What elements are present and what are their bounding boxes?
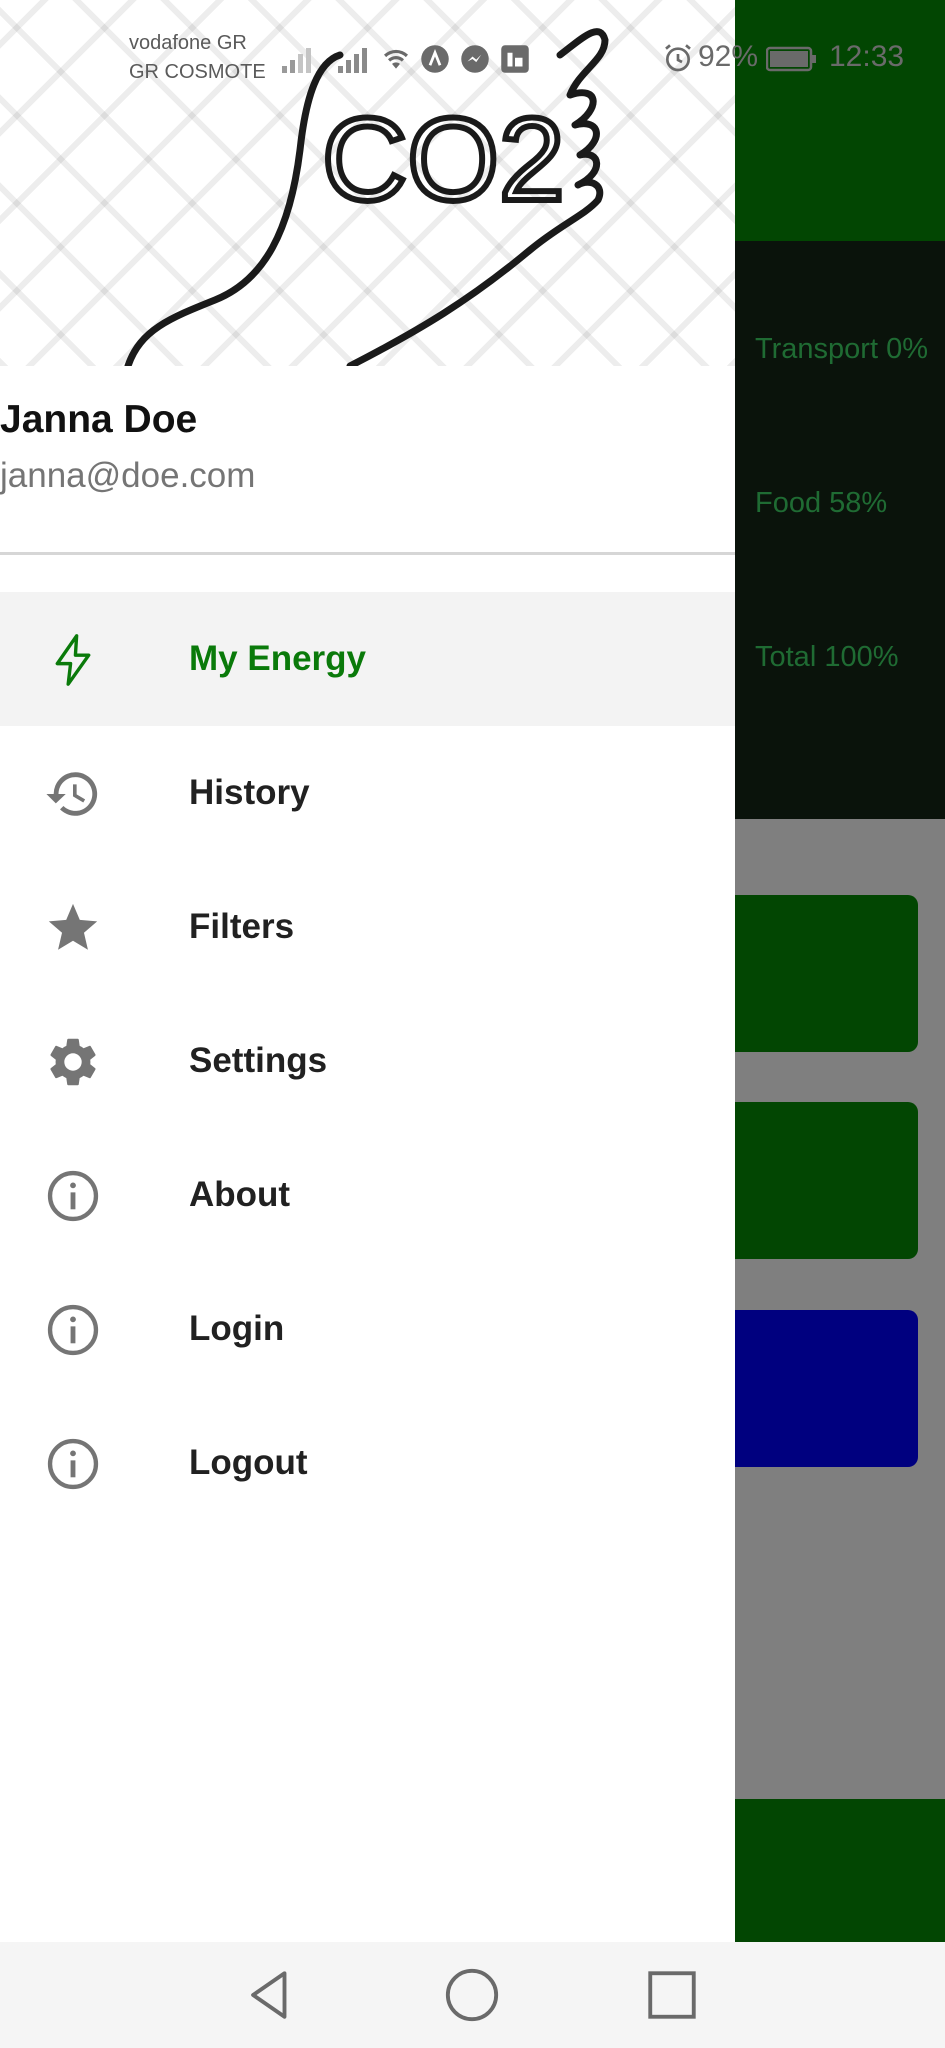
user-name: Janna Doe [0, 398, 198, 441]
menu-item-login[interactable]: Login [0, 1262, 735, 1396]
battery-percent: 92% [698, 40, 759, 73]
menu-item-logout[interactable]: Logout [0, 1396, 735, 1530]
star-icon [48, 903, 98, 950]
menu-label: My Energy [189, 639, 366, 678]
clock: 12:33 [829, 40, 905, 73]
home-icon[interactable] [443, 1966, 501, 2024]
menu-item-history[interactable]: History [0, 726, 735, 860]
back-icon[interactable] [241, 1966, 299, 2024]
menu-label: Login [189, 1309, 285, 1348]
menu-label: History [189, 773, 310, 812]
history-icon [46, 772, 98, 816]
co2-logo-text: CO2 [322, 94, 565, 226]
menu-label: Filters [189, 907, 295, 946]
menu-label: About [189, 1175, 291, 1214]
info-icon [47, 1304, 99, 1356]
messenger-icon [461, 45, 489, 73]
lightning-icon [55, 634, 91, 686]
menu-item-filters[interactable]: Filters [0, 860, 735, 994]
menu-label: Logout [189, 1443, 308, 1482]
info-icon [47, 1170, 99, 1222]
carrier-2: GR COSMOTE [129, 61, 266, 83]
battery-icon [766, 46, 816, 72]
menu-item-my-energy[interactable]: My Energy [0, 592, 735, 726]
menu-item-about[interactable]: About [0, 1128, 735, 1262]
menu-label: Settings [189, 1041, 328, 1080]
user-email: janna@doe.com [0, 456, 256, 495]
signal-icon [338, 48, 367, 73]
divider [0, 552, 735, 555]
status-bar: vodafone GR GR COSMOTE 92% 12:33 [0, 0, 945, 110]
signal-icon [282, 48, 311, 73]
gear-icon [50, 1038, 96, 1086]
carrier-1: vodafone GR [129, 32, 247, 54]
system-nav-bar [0, 1942, 945, 2048]
app-icon [421, 45, 449, 73]
app-icon [501, 45, 529, 73]
menu-item-settings[interactable]: Settings [0, 994, 735, 1128]
wifi-icon [384, 49, 408, 69]
navigation-drawer: CO2 Janna Doe janna@doe.com My Energy Hi… [0, 0, 735, 1942]
recents-icon[interactable] [643, 1966, 701, 2024]
alarm-icon [665, 44, 691, 72]
info-icon [47, 1438, 99, 1490]
